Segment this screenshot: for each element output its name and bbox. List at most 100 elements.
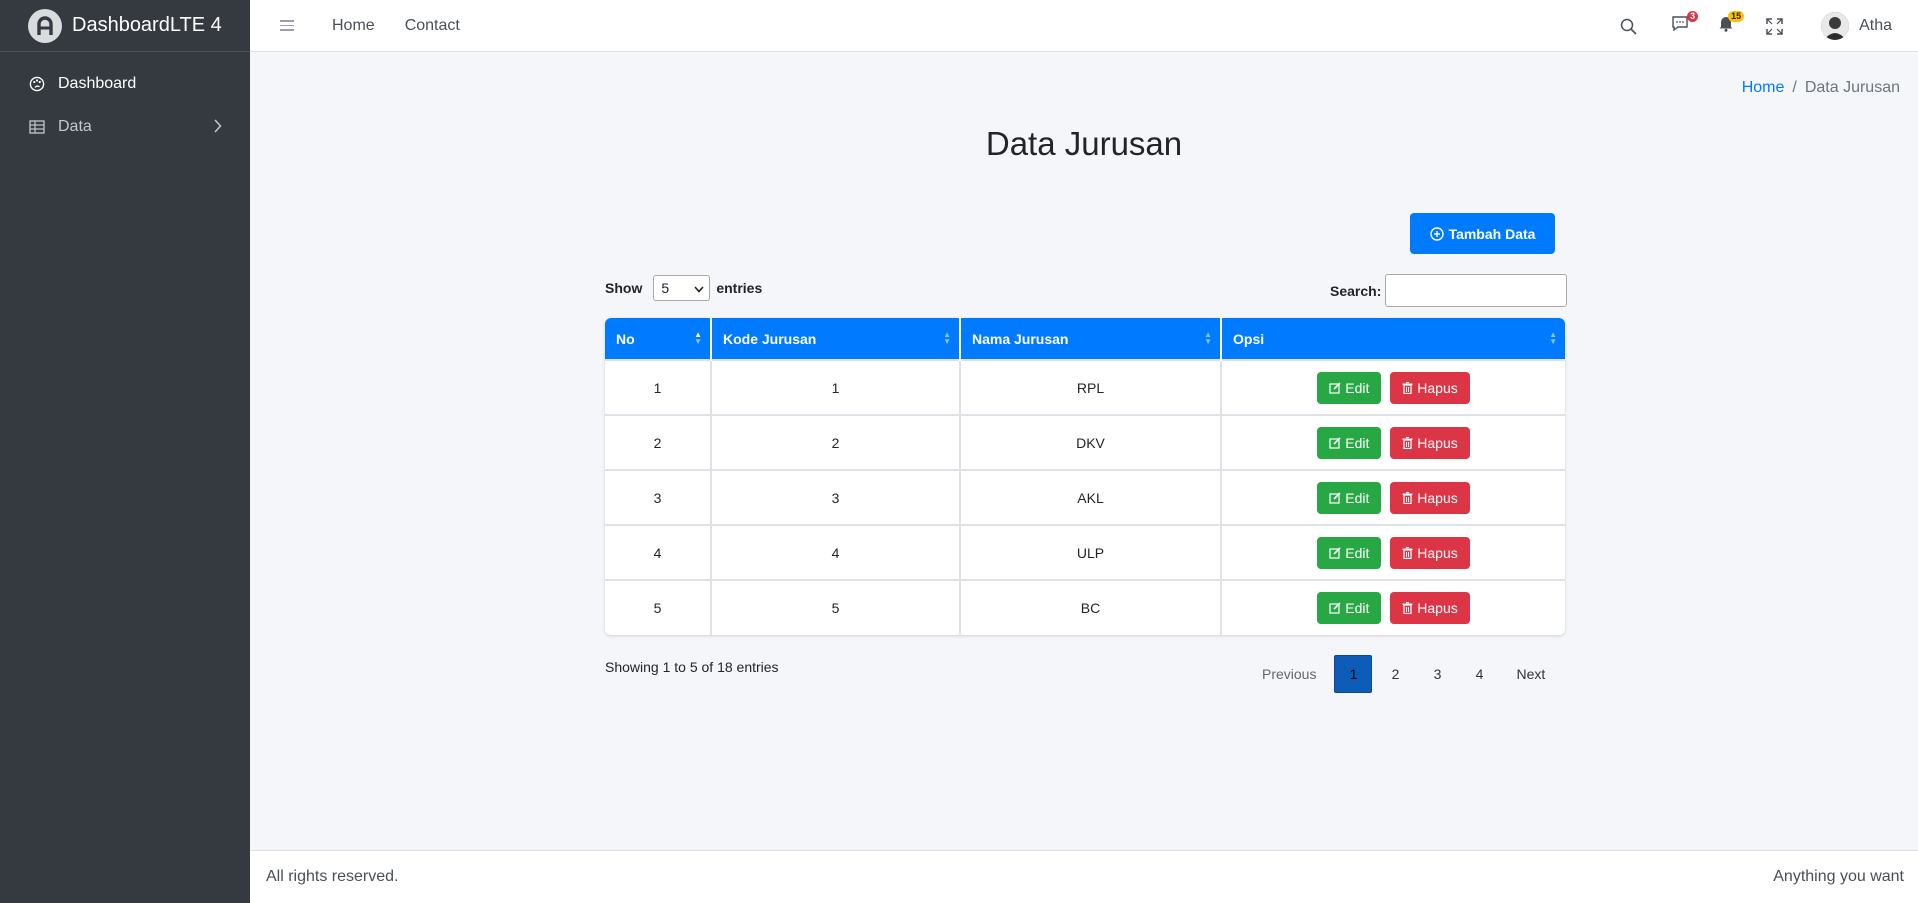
edit-icon — [1329, 602, 1341, 614]
breadcrumb-separator: / — [1792, 79, 1797, 96]
breadcrumb-current: Data Jurusan — [1804, 79, 1900, 96]
page-length-value: 5 — [661, 280, 670, 296]
chevron-down-icon — [694, 280, 704, 296]
user-name[interactable]: Atha — [1859, 17, 1892, 35]
edit-label: Edit — [1345, 544, 1370, 561]
trash-icon — [1402, 602, 1413, 614]
edit-button[interactable]: Edit — [1317, 536, 1382, 569]
delete-label: Hapus — [1417, 434, 1458, 451]
search-icon[interactable] — [1617, 15, 1639, 37]
edit-label: Edit — [1345, 379, 1370, 396]
cell-kode: 4 — [711, 524, 961, 580]
table-icon — [28, 118, 46, 136]
delete-button[interactable]: Hapus — [1390, 481, 1470, 514]
fullscreen-icon[interactable] — [1763, 15, 1785, 37]
cell-nama: RPL — [960, 359, 1222, 415]
notifications-button[interactable]: 15 — [1715, 11, 1745, 37]
table-row: 4 4 ULP Edit Hapus — [605, 524, 1565, 580]
pagination: Previous 1 2 3 4 Next — [1250, 655, 1557, 693]
column-header-no[interactable]: No ▲ ▼ — [605, 318, 712, 360]
avatar[interactable] — [1821, 12, 1850, 40]
sort-icon: ▲ ▼ — [1204, 330, 1212, 346]
cell-no: 5 — [605, 579, 712, 635]
cell-nama: DKV — [960, 414, 1222, 470]
search-label: Search: — [1330, 282, 1382, 299]
nav-link-contact[interactable]: Contact — [405, 17, 460, 35]
page-title: Data Jurusan — [985, 125, 1183, 162]
sidebar-item-dashboard[interactable]: Dashboard — [0, 62, 250, 105]
sort-icon: ▲ ▼ — [694, 330, 702, 346]
sidebar-item-data[interactable]: Data — [0, 105, 250, 148]
cell-kode: 2 — [711, 414, 961, 470]
messages-badge: 3 — [1687, 11, 1699, 22]
edit-button[interactable]: Edit — [1317, 426, 1382, 459]
brand-name: DashboardLTE 4 — [72, 14, 222, 36]
menu-toggle-icon[interactable] — [280, 20, 294, 31]
plus-circle-icon — [1429, 226, 1444, 241]
edit-button[interactable]: Edit — [1317, 592, 1382, 624]
cell-actions: Edit Hapus — [1221, 359, 1565, 415]
main-content: Home / Data Jurusan Data Jurusan Tambah … — [250, 53, 1918, 850]
delete-label: Hapus — [1417, 600, 1458, 616]
footer-copyright: All rights reserved. — [266, 868, 399, 885]
cell-no: 1 — [605, 359, 712, 415]
table-info: Showing 1 to 5 of 18 entries — [605, 659, 779, 675]
breadcrumb: Home / Data Jurusan — [1742, 79, 1900, 97]
edit-button[interactable]: Edit — [1317, 481, 1382, 514]
pagination-page-3[interactable]: 3 — [1418, 655, 1456, 693]
edit-button[interactable]: Edit — [1317, 371, 1382, 404]
cell-no: 3 — [605, 469, 712, 525]
search-input[interactable] — [1385, 274, 1568, 307]
edit-icon — [1329, 491, 1341, 504]
sort-icon: ▲ ▼ — [943, 330, 951, 346]
cell-no: 2 — [605, 414, 712, 470]
navbar-right: 3 15 Atha — [1591, 0, 1918, 52]
pagination-previous[interactable]: Previous — [1250, 655, 1328, 693]
notifications-badge: 15 — [1728, 11, 1745, 22]
column-header-label: No — [616, 330, 635, 347]
cell-kode: 1 — [711, 359, 961, 415]
cell-actions: Edit Hapus — [1221, 524, 1565, 580]
palette-icon — [28, 75, 46, 93]
add-data-button[interactable]: Tambah Data — [1410, 213, 1555, 254]
footer: All rights reserved. Anything you want — [250, 850, 1918, 903]
sidebar-nav: Dashboard Data — [0, 52, 250, 148]
delete-button[interactable]: Hapus — [1390, 426, 1470, 459]
column-header-nama[interactable]: Nama Jurusan ▲ ▼ — [960, 318, 1222, 360]
column-header-opsi[interactable]: Opsi ▲ ▼ — [1221, 318, 1565, 360]
brand-link[interactable]: DashboardLTE 4 — [0, 0, 250, 52]
pagination-page-4[interactable]: 4 — [1460, 655, 1498, 693]
column-header-label: Nama Jurusan — [972, 330, 1069, 347]
cell-nama: ULP — [960, 524, 1222, 580]
pagination-next[interactable]: Next — [1504, 655, 1557, 693]
delete-label: Hapus — [1417, 544, 1458, 561]
pagination-page-1[interactable]: 1 — [1334, 655, 1373, 693]
trash-icon — [1402, 381, 1413, 394]
table-header-row: No ▲ ▼ Kode Jurusan ▲ ▼ Nama Jurusan ▲ ▼ Op… — [605, 318, 1565, 360]
edit-label: Edit — [1345, 600, 1370, 616]
chevron-right-icon — [213, 119, 222, 138]
show-label: Show — [605, 280, 643, 296]
table-row: 5 5 BC Edit Hapus — [605, 579, 1565, 635]
delete-button[interactable]: Hapus — [1390, 371, 1470, 404]
table-search: Search: — [1330, 274, 1568, 307]
top-navbar: Home Contact 3 15 Atha — [250, 0, 1918, 52]
column-header-kode[interactable]: Kode Jurusan ▲ ▼ — [711, 318, 961, 360]
page-length-select[interactable]: 5 — [653, 275, 711, 301]
breadcrumb-home-link[interactable]: Home — [1742, 79, 1785, 97]
add-data-label: Tambah Data — [1448, 225, 1536, 242]
sidebar: DashboardLTE 4 Dashboard Data — [0, 0, 250, 903]
delete-label: Hapus — [1417, 489, 1458, 506]
edit-icon — [1329, 546, 1341, 559]
delete-label: Hapus — [1417, 379, 1458, 396]
pagination-page-2[interactable]: 2 — [1376, 655, 1414, 693]
brand-logo-icon — [28, 8, 62, 43]
messages-button[interactable]: 3 — [1669, 11, 1699, 37]
delete-button[interactable]: Hapus — [1390, 592, 1470, 624]
trash-icon — [1402, 436, 1413, 449]
delete-button[interactable]: Hapus — [1390, 536, 1470, 569]
cell-actions: Edit Hapus — [1221, 469, 1565, 525]
nav-link-home[interactable]: Home — [332, 17, 375, 35]
sidebar-item-label: Dashboard — [58, 74, 137, 92]
table-body: 1 1 RPL Edit Hapus 2 2 DKV Edit Hapus 3 — [605, 359, 1565, 635]
